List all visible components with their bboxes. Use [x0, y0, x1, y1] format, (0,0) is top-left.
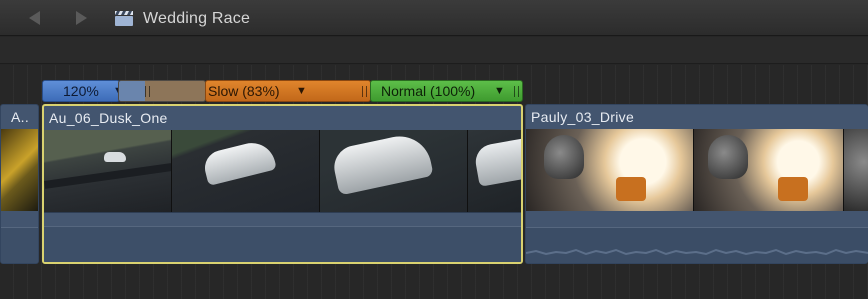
clip-au-filmstrip [44, 130, 521, 212]
timeline-ruler[interactable] [0, 37, 868, 64]
clip-au-frame [44, 130, 172, 212]
helmet-thumbnail [544, 135, 584, 179]
retime-normal-handle[interactable] [514, 86, 519, 97]
retime-transition[interactable] [118, 80, 206, 102]
forward-arrow-icon [76, 11, 87, 25]
jacket-thumbnail [778, 177, 808, 201]
clip-a-filmstrip [1, 129, 38, 211]
project-title: Wedding Race [143, 10, 251, 27]
car-thumbnail [330, 130, 434, 196]
jacket-thumbnail [616, 177, 646, 201]
helmet-thumbnail [708, 135, 748, 179]
clip-au-name: Au_06_Dusk_One [49, 110, 168, 126]
back-arrow-icon [29, 11, 40, 25]
clip-pauly-audio [526, 227, 868, 263]
retime-slow-segment[interactable]: Slow (83%) ▼ [205, 80, 371, 102]
retime-slow-handle[interactable] [362, 86, 367, 97]
clip-pauly-name: Pauly_03_Drive [531, 109, 635, 125]
clip-a[interactable]: A.. [0, 104, 39, 264]
audio-waveform [526, 248, 868, 256]
clip-au-frame [172, 130, 320, 212]
clip-a-frame [1, 129, 38, 211]
road-edge [44, 163, 171, 189]
back-button[interactable] [26, 10, 44, 26]
timeline-header: Wedding Race [0, 0, 868, 36]
forward-button[interactable] [72, 10, 90, 26]
car-thumbnail [104, 152, 126, 162]
clip-au-frame [320, 130, 468, 212]
car-thumbnail [201, 138, 277, 186]
clip-a-audio [1, 227, 38, 263]
retime-normal-segment[interactable]: Normal (100%) ▼ [370, 80, 523, 102]
retime-normal-label: Normal (100%) [381, 83, 476, 99]
clip-au-audio [44, 226, 521, 262]
retime-slow-menu-icon[interactable]: ▼ [296, 81, 307, 101]
car-thumbnail [472, 137, 521, 187]
clip-pauly-filmstrip [526, 129, 868, 211]
retime-transition-handle[interactable] [145, 86, 150, 97]
clip-pauly-frame [526, 129, 694, 211]
clip-au-06-dusk-one[interactable]: Au_06_Dusk_One [42, 104, 523, 264]
retime-normal-menu-icon[interactable]: ▼ [494, 81, 505, 101]
clip-pauly-frame [694, 129, 844, 211]
clip-au-frame [468, 130, 521, 212]
clip-pauly-03-drive[interactable]: Pauly_03_Drive [525, 104, 868, 264]
clapperboard-icon [115, 11, 133, 26]
clip-pauly-frame [844, 129, 868, 211]
clip-a-name: A.. [11, 109, 30, 125]
retime-fast-label: 120% [63, 83, 99, 99]
retime-slow-label: Slow (83%) [208, 83, 280, 99]
clip-au-audio-divider [44, 212, 521, 226]
retime-fast-segment[interactable]: 120% ▼ [42, 80, 120, 102]
